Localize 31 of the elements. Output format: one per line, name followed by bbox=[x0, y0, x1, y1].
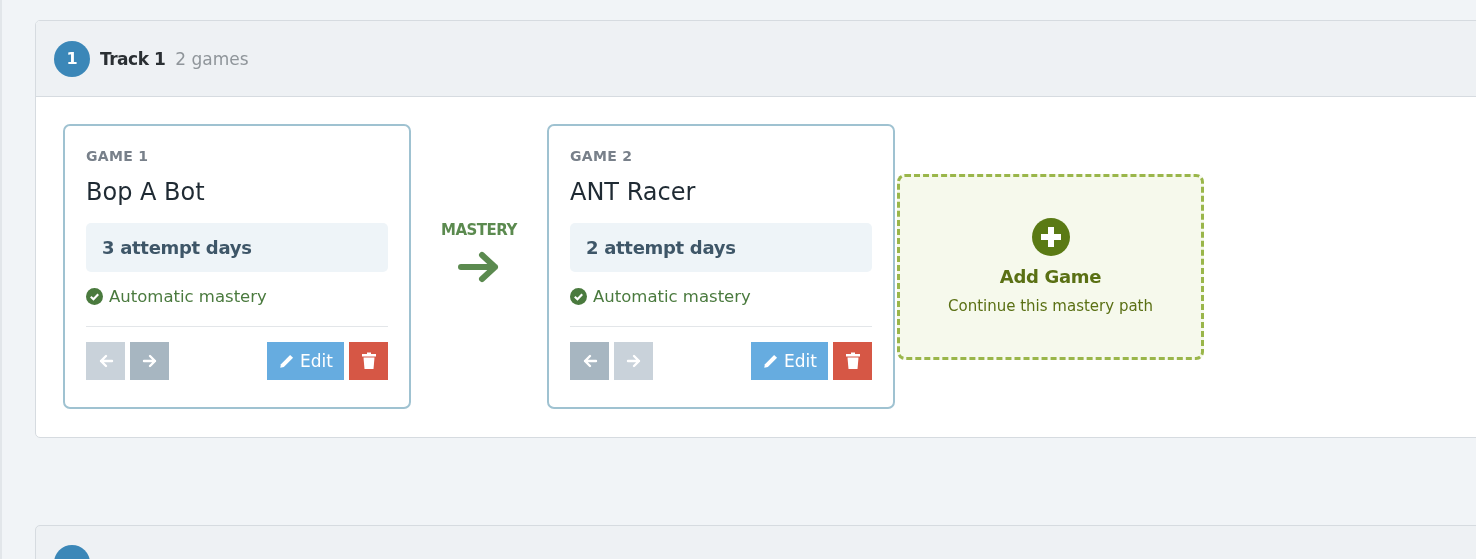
trash-icon bbox=[360, 352, 377, 370]
track-number-badge: 1 bbox=[54, 40, 90, 77]
game-title: Bop A Bot bbox=[86, 178, 206, 206]
mastery-status: Automatic mastery bbox=[593, 287, 751, 306]
check-circle-icon bbox=[86, 288, 103, 305]
game-label: GAME 1 bbox=[86, 148, 150, 164]
add-game-card[interactable]: Add Game Continue this mastery path bbox=[897, 173, 1204, 360]
game-label: GAME 2 bbox=[570, 148, 634, 164]
add-game-subtitle: Continue this mastery path bbox=[948, 297, 1153, 315]
connector-label: MASTERY bbox=[441, 220, 517, 239]
trash-icon bbox=[844, 352, 861, 370]
check-circle-icon bbox=[570, 288, 587, 305]
move-left-button[interactable] bbox=[570, 342, 609, 380]
game-title: ANT Racer bbox=[570, 178, 697, 206]
edit-button[interactable]: Edit bbox=[267, 342, 344, 380]
add-game-title: Add Game bbox=[999, 266, 1102, 287]
move-right-button[interactable] bbox=[130, 342, 169, 380]
right-arrow-icon bbox=[625, 353, 642, 369]
plus-circle-icon bbox=[1031, 218, 1070, 256]
mastery-status: Automatic mastery bbox=[109, 287, 267, 306]
delete-button[interactable] bbox=[833, 342, 872, 380]
right-arrow-icon bbox=[458, 250, 500, 283]
delete-button[interactable] bbox=[349, 342, 388, 380]
edit-button[interactable]: Edit bbox=[751, 342, 828, 380]
attempt-days-box: 2 attempt days bbox=[570, 223, 872, 272]
attempt-days-box: 3 attempt days bbox=[86, 223, 388, 272]
right-arrow-icon bbox=[141, 353, 158, 369]
left-arrow-icon bbox=[581, 353, 598, 369]
left-arrow-icon bbox=[97, 353, 114, 369]
track-title: Track 1 bbox=[100, 48, 166, 69]
game-count: 2 games bbox=[175, 48, 249, 69]
